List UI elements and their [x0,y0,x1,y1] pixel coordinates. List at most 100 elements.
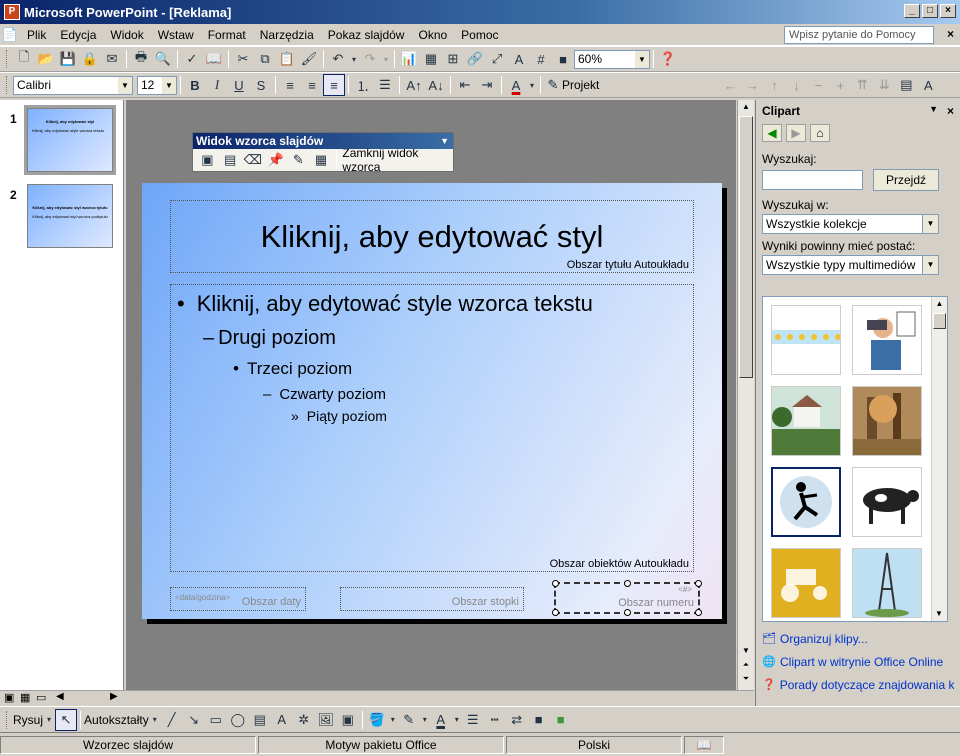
insert-title-master-icon[interactable]: ▤ [220,149,241,171]
chevron-down-icon[interactable]: ▾ [43,709,55,731]
back-icon[interactable]: ◀ [762,124,782,142]
picture-icon[interactable]: ▣ [337,709,359,731]
close-master-view-button[interactable]: Zamknij widok wzorca [342,146,453,174]
go-button[interactable]: Przejdź [873,169,939,191]
clipart-eye-doctor[interactable] [852,305,922,375]
insert-chart-icon[interactable]: 📊 [398,48,420,70]
insert-table-icon[interactable]: ▦ [420,48,442,70]
insert-slide-master-icon[interactable]: ▣ [197,149,218,171]
previous-slide-icon[interactable]: ⏶ [739,658,753,672]
scroll-down-icon[interactable]: ▼ [932,607,946,621]
results-type-select[interactable]: Wszystkie typy multimediów ▼ [762,255,939,275]
dash-style-icon[interactable]: ┅ [484,709,506,731]
search-in-select[interactable]: Wszystkie kolekcje ▼ [762,214,939,234]
resize-handle[interactable] [695,580,702,587]
menu-file[interactable]: Plik [20,28,53,42]
italic-button[interactable]: I [206,74,228,96]
diagram-icon[interactable]: ✲ [293,709,315,731]
align-center-icon[interactable]: ≡ [301,74,323,96]
format-painter-icon[interactable]: 🖌 [298,48,320,70]
font-color-dropdown-icon[interactable]: ▾ [527,74,537,96]
permission-icon[interactable]: 🔒 [79,48,101,70]
move-up-icon[interactable]: ↑ [763,74,785,96]
bold-button[interactable]: B [184,74,206,96]
rename-master-icon[interactable]: ✎ [288,149,309,171]
redo-dropdown-icon[interactable]: ▾ [381,48,391,70]
decrease-font-icon[interactable]: A↓ [425,74,447,96]
align-left-icon[interactable]: ≡ [279,74,301,96]
new-icon[interactable]: 🗋 [13,48,35,70]
menu-window[interactable]: Okno [411,28,454,42]
email-icon[interactable]: ✉ [101,48,123,70]
powerpoint-app-icon[interactable]: P [4,4,20,20]
fill-color-icon[interactable]: 🪣 [366,709,388,731]
menu-tools[interactable]: Narzędzia [253,28,321,42]
print-preview-icon[interactable]: 🔍 [152,48,174,70]
undo-dropdown-icon[interactable]: ▾ [349,48,359,70]
copy-icon[interactable]: ⧉ [254,48,276,70]
cut-icon[interactable]: ✂ [232,48,254,70]
help-icon[interactable]: ❓ [657,48,679,70]
organize-clips-link[interactable]: 🗂 Organizuj klipy... [762,632,868,646]
line-color-icon[interactable]: ✎ [398,709,420,731]
chevron-down-icon[interactable]: ▾ [452,709,462,731]
font-select[interactable]: Calibri ▼ [13,75,133,95]
normal-view-icon[interactable]: ▣ [4,691,14,704]
resize-handle[interactable] [624,609,631,616]
minimize-button[interactable]: _ [904,4,920,18]
scroll-thumb[interactable] [933,313,946,329]
underline-button[interactable]: U [228,74,250,96]
clipart-forest-painting[interactable] [852,386,922,456]
show-grid-icon[interactable]: # [530,48,552,70]
color-grayscale-icon[interactable]: ■ [552,48,574,70]
align-right-icon[interactable]: ≡ [323,74,345,96]
clipart-online-link[interactable]: 🌐 Clipart w witrynie Office Online [762,655,943,669]
undo-icon[interactable]: ↶ [327,48,349,70]
bullet-level-5[interactable]: » Piąty poziom [291,408,387,424]
scroll-down-icon[interactable]: ▼ [739,644,753,658]
maximize-button[interactable]: □ [922,4,938,18]
line-icon[interactable]: ╱ [161,709,183,731]
scroll-up-icon[interactable]: ▲ [739,100,753,114]
menu-format[interactable]: Format [201,28,253,42]
clipart-border-pattern[interactable] [771,305,841,375]
chevron-down-icon[interactable]: ▾ [149,709,161,731]
redo-icon[interactable]: ↷ [359,48,381,70]
bullet-level-4[interactable]: – Czwarty poziom [263,386,386,403]
tables-borders-icon[interactable]: ⊞ [442,48,464,70]
slide-vertical-scrollbar[interactable]: ▲ ▼ ⏶ ⏷ [737,100,754,690]
home-icon[interactable]: ⌂ [810,124,830,142]
resize-handle[interactable] [695,609,702,616]
number-placeholder[interactable]: <#> Obszar numeru [552,580,702,616]
scroll-right-icon[interactable]: ▶ [110,691,118,702]
slide-master-toolbar-title[interactable]: Widok wzorca slajdów ▼ [193,133,453,149]
chevron-down-icon[interactable]: ▼ [440,133,449,149]
arrow-style-icon[interactable]: ⇄ [506,709,528,731]
expand-icon[interactable]: ⤢ [486,48,508,70]
summary-slide-icon[interactable]: ▤ [895,74,917,96]
slide-thumbnail-1[interactable]: Kliknij, aby edytować styl Kliknij, aby … [24,105,116,175]
clipart-eiffel-tower[interactable] [852,548,922,618]
print-icon[interactable]: 🖶 [130,48,152,70]
forward-icon[interactable]: ▶ [786,124,806,142]
spelling-status-icon[interactable]: 📖 [684,735,724,754]
menu-insert[interactable]: Wstaw [151,28,201,42]
design-icon[interactable]: ✎ [544,74,562,96]
slide-title[interactable]: Kliknij, aby edytować styl [171,219,693,255]
hyperlink-icon[interactable]: 🔗 [464,48,486,70]
menu-slideshow[interactable]: Pokaz slajdów [321,28,412,42]
bullet-level-2[interactable]: – Drugi poziom [203,327,336,350]
clipart-house-landscape[interactable] [771,386,841,456]
spelling-icon[interactable]: ✓ [181,48,203,70]
scroll-thumb[interactable] [739,116,753,378]
autoshapes-menu[interactable]: Autokształty [84,713,149,727]
arrow-icon[interactable]: ↘ [183,709,205,731]
font-color-icon[interactable]: A [505,74,527,96]
collapse-icon[interactable]: − [807,74,829,96]
numbering-icon[interactable]: ⒈ [352,74,374,96]
research-icon[interactable]: 📖 [203,48,225,70]
chevron-down-icon[interactable]: ▾ [388,709,398,731]
design-button[interactable]: Projekt [562,78,599,92]
promote-icon[interactable]: ← [719,74,741,96]
gallery-scrollbar[interactable]: ▲ ▼ [931,297,947,621]
